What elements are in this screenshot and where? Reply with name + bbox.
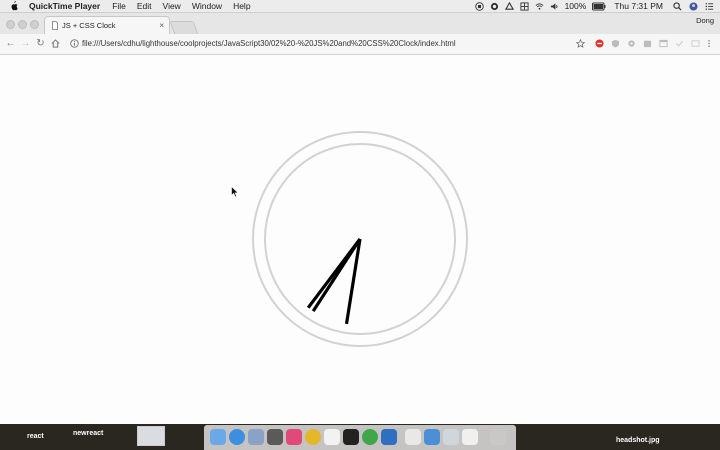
safari-icon[interactable] [229, 429, 245, 445]
trash-icon[interactable] [490, 429, 506, 445]
page-icon [52, 21, 58, 30]
menu-bar-clock[interactable]: Thu 7:31 PM [614, 0, 663, 12]
grid-icon[interactable] [520, 1, 529, 11]
menu-help[interactable]: Help [233, 0, 250, 12]
menu-view[interactable]: View [163, 0, 181, 12]
drive-icon[interactable] [504, 1, 514, 11]
menu-window[interactable]: Window [192, 0, 222, 12]
home-icon[interactable] [51, 39, 60, 48]
desktop-folder-newreact[interactable]: newreact [73, 430, 103, 437]
clock-face [252, 131, 468, 347]
menu-app-name[interactable]: QuickTime Player [29, 0, 100, 12]
dock [204, 425, 516, 450]
browser-tab-strip: JS + CSS Clock × Dong [0, 13, 720, 35]
browser-toolbar: ← → ↻ file:///Users/cdhu/lighthouse/cool… [0, 34, 720, 55]
record-stop-icon[interactable] [474, 1, 484, 11]
chrome-icon[interactable] [305, 429, 321, 445]
quicktime-window-icon[interactable] [443, 429, 459, 445]
window-icon[interactable] [659, 39, 668, 48]
extension-icon[interactable] [643, 39, 652, 48]
battery-icon[interactable] [592, 2, 606, 11]
tab-js-css-clock[interactable]: JS + CSS Clock × [44, 16, 170, 34]
cast-icon[interactable] [691, 39, 700, 48]
textedit-icon[interactable] [324, 429, 340, 445]
user-avatar-icon[interactable] [689, 1, 698, 11]
minimized-window-icon[interactable] [462, 429, 478, 445]
zoom-window-button[interactable] [30, 20, 39, 29]
itunes-icon[interactable] [286, 429, 302, 445]
reload-icon[interactable]: ↻ [35, 38, 46, 49]
vscode-icon[interactable] [381, 429, 397, 445]
battery-percent[interactable]: 100% [565, 0, 587, 12]
desktop-folder-react[interactable]: react [27, 433, 44, 440]
menu-kebab-icon[interactable] [707, 39, 711, 48]
downloads-folder-icon[interactable] [424, 429, 440, 445]
notification-center-icon[interactable] [705, 2, 714, 11]
mouse-cursor-icon [231, 186, 239, 198]
spotify-icon[interactable] [362, 429, 378, 445]
gear-icon[interactable] [627, 39, 636, 48]
menu-bar-status-area: 100% Thu 7:31 PM [469, 0, 714, 12]
desktop-file-thumbnail[interactable] [137, 426, 165, 446]
forward-icon[interactable]: → [20, 38, 31, 49]
menu-file[interactable]: File [112, 0, 126, 12]
apple-icon[interactable] [9, 1, 19, 11]
bookmark-star-icon[interactable] [576, 39, 585, 48]
spotlight-search-icon[interactable] [673, 1, 682, 11]
terminal-icon[interactable] [343, 429, 359, 445]
minimize-window-button[interactable] [18, 20, 27, 29]
info-icon[interactable] [70, 39, 79, 48]
desktop-file-headshot[interactable]: headshot.jpg [616, 437, 660, 444]
tab-title: JS + CSS Clock [62, 21, 116, 30]
macos-menu-bar: QuickTime Player File Edit View Window H… [0, 0, 720, 13]
tab-close-button[interactable]: × [159, 17, 164, 35]
adblock-icon[interactable] [595, 39, 604, 48]
new-tab-button[interactable] [169, 21, 199, 35]
address-bar[interactable]: file:///Users/cdhu/lighthouse/coolprojec… [82, 34, 456, 54]
circle-status-icon[interactable] [490, 2, 499, 11]
finder-icon[interactable] [210, 429, 226, 445]
preview-icon[interactable] [248, 429, 264, 445]
documents-stack-icon[interactable] [405, 429, 421, 445]
photo-booth-icon[interactable] [267, 429, 283, 445]
profile-name[interactable]: Dong [696, 16, 714, 25]
volume-icon[interactable] [550, 2, 559, 11]
close-window-button[interactable] [6, 20, 15, 29]
shield-icon[interactable] [611, 39, 620, 48]
wifi-icon[interactable] [535, 2, 544, 11]
checkmark-icon[interactable] [675, 39, 684, 48]
back-icon[interactable]: ← [5, 38, 16, 49]
menu-edit[interactable]: Edit [137, 0, 152, 12]
